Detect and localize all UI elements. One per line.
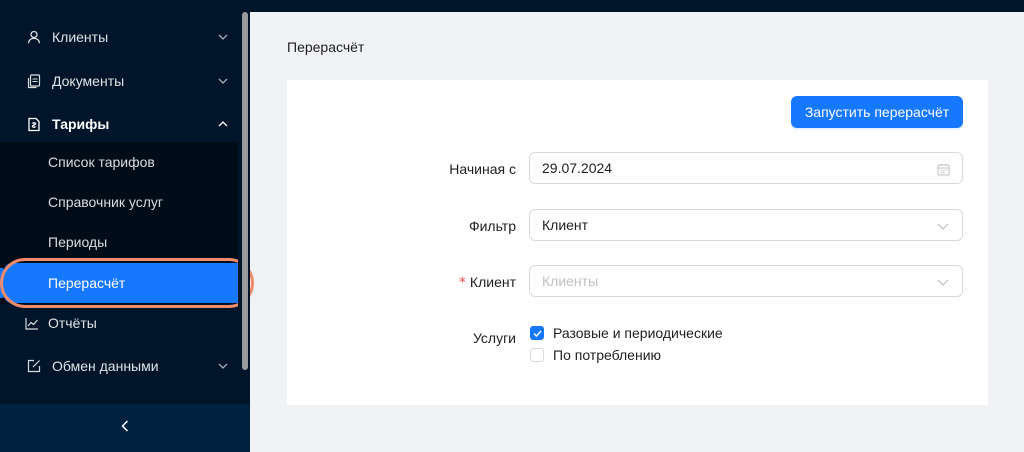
service-option-one-time-periodic[interactable]: Разовые и периодические — [530, 324, 723, 342]
tariff-icon — [26, 116, 42, 132]
sidebar-subitem-label: Справочник услуг — [48, 194, 164, 210]
sidebar-item-label: Клиенты — [52, 29, 109, 45]
sidebar-item-tariffs[interactable]: Тарифы — [0, 104, 238, 144]
client-label: * Клиент — [376, 274, 516, 291]
chevron-left-icon — [121, 419, 129, 437]
sidebar-item-clients[interactable]: Клиенты — [0, 17, 238, 57]
chevron-down-icon — [217, 31, 229, 43]
sidebar: Клиенты Документы Тарифы Список тарифов … — [0, 0, 254, 452]
line-chart-icon — [24, 315, 40, 331]
service-option-label: Разовые и периодические — [553, 325, 723, 341]
start-date-label: Начиная с — [449, 161, 516, 177]
user-icon — [26, 29, 42, 45]
collapse-sidebar-button[interactable] — [0, 404, 250, 452]
chevron-up-icon — [217, 118, 229, 130]
filter-select-value: Клиент — [542, 217, 589, 233]
start-date-value: 29.07.2024 — [542, 160, 613, 176]
sidebar-item-label: Документы — [52, 73, 125, 89]
sidebar-subitem-recalculation[interactable]: Перерасчёт — [4, 263, 244, 303]
checkbox-unchecked[interactable] — [530, 348, 544, 362]
client-select[interactable]: Клиенты — [529, 265, 963, 297]
sidebar-subitem-periods[interactable]: Периоды — [0, 222, 238, 262]
sidebar-item-label: Обмен данными — [52, 358, 159, 374]
service-option-label: По потреблению — [553, 347, 662, 363]
chevron-down-icon — [936, 219, 950, 233]
edit-square-icon — [26, 358, 42, 374]
sidebar-subitem-label: Периоды — [48, 234, 108, 250]
start-date-picker[interactable]: 29.07.2024 — [529, 152, 963, 184]
sidebar-item-label: Отчёты — [48, 315, 97, 331]
header-bar — [250, 0, 1024, 12]
sidebar-item-data-exchange[interactable]: Обмен данными — [0, 346, 238, 386]
checkbox-checked[interactable] — [530, 326, 544, 340]
documents-icon — [26, 73, 42, 89]
filter-label: Фильтр — [468, 218, 516, 234]
chevron-down-icon — [217, 360, 229, 372]
sidebar-subitem-tariff-list[interactable]: Список тарифов — [0, 142, 238, 182]
sidebar-item-reports[interactable]: Отчёты — [0, 303, 238, 343]
sidebar-item-label: Тарифы — [52, 116, 110, 132]
sidebar-item-documents[interactable]: Документы — [0, 61, 238, 101]
sidebar-subitem-label: Перерасчёт — [48, 275, 126, 291]
filter-select[interactable]: Клиент — [529, 209, 963, 241]
services-label: Услуги — [472, 330, 516, 346]
client-select-placeholder: Клиенты — [542, 273, 599, 289]
required-mark: * — [458, 275, 466, 291]
sidebar-subitem-services-catalog[interactable]: Справочник услуг — [0, 182, 238, 222]
sidebar-subitem-label: Список тарифов — [48, 154, 155, 170]
run-recalculation-button[interactable]: Запустить перерасчёт — [791, 96, 963, 128]
service-option-consumption[interactable]: По потреблению — [530, 346, 661, 364]
chevron-down-icon — [217, 75, 229, 87]
sidebar-scrollbar-thumb[interactable] — [242, 12, 248, 370]
chevron-down-icon — [936, 275, 950, 289]
calendar-icon — [936, 162, 950, 176]
client-label-text: Клиент — [469, 274, 516, 290]
page-title: Перерасчёт — [287, 39, 365, 55]
